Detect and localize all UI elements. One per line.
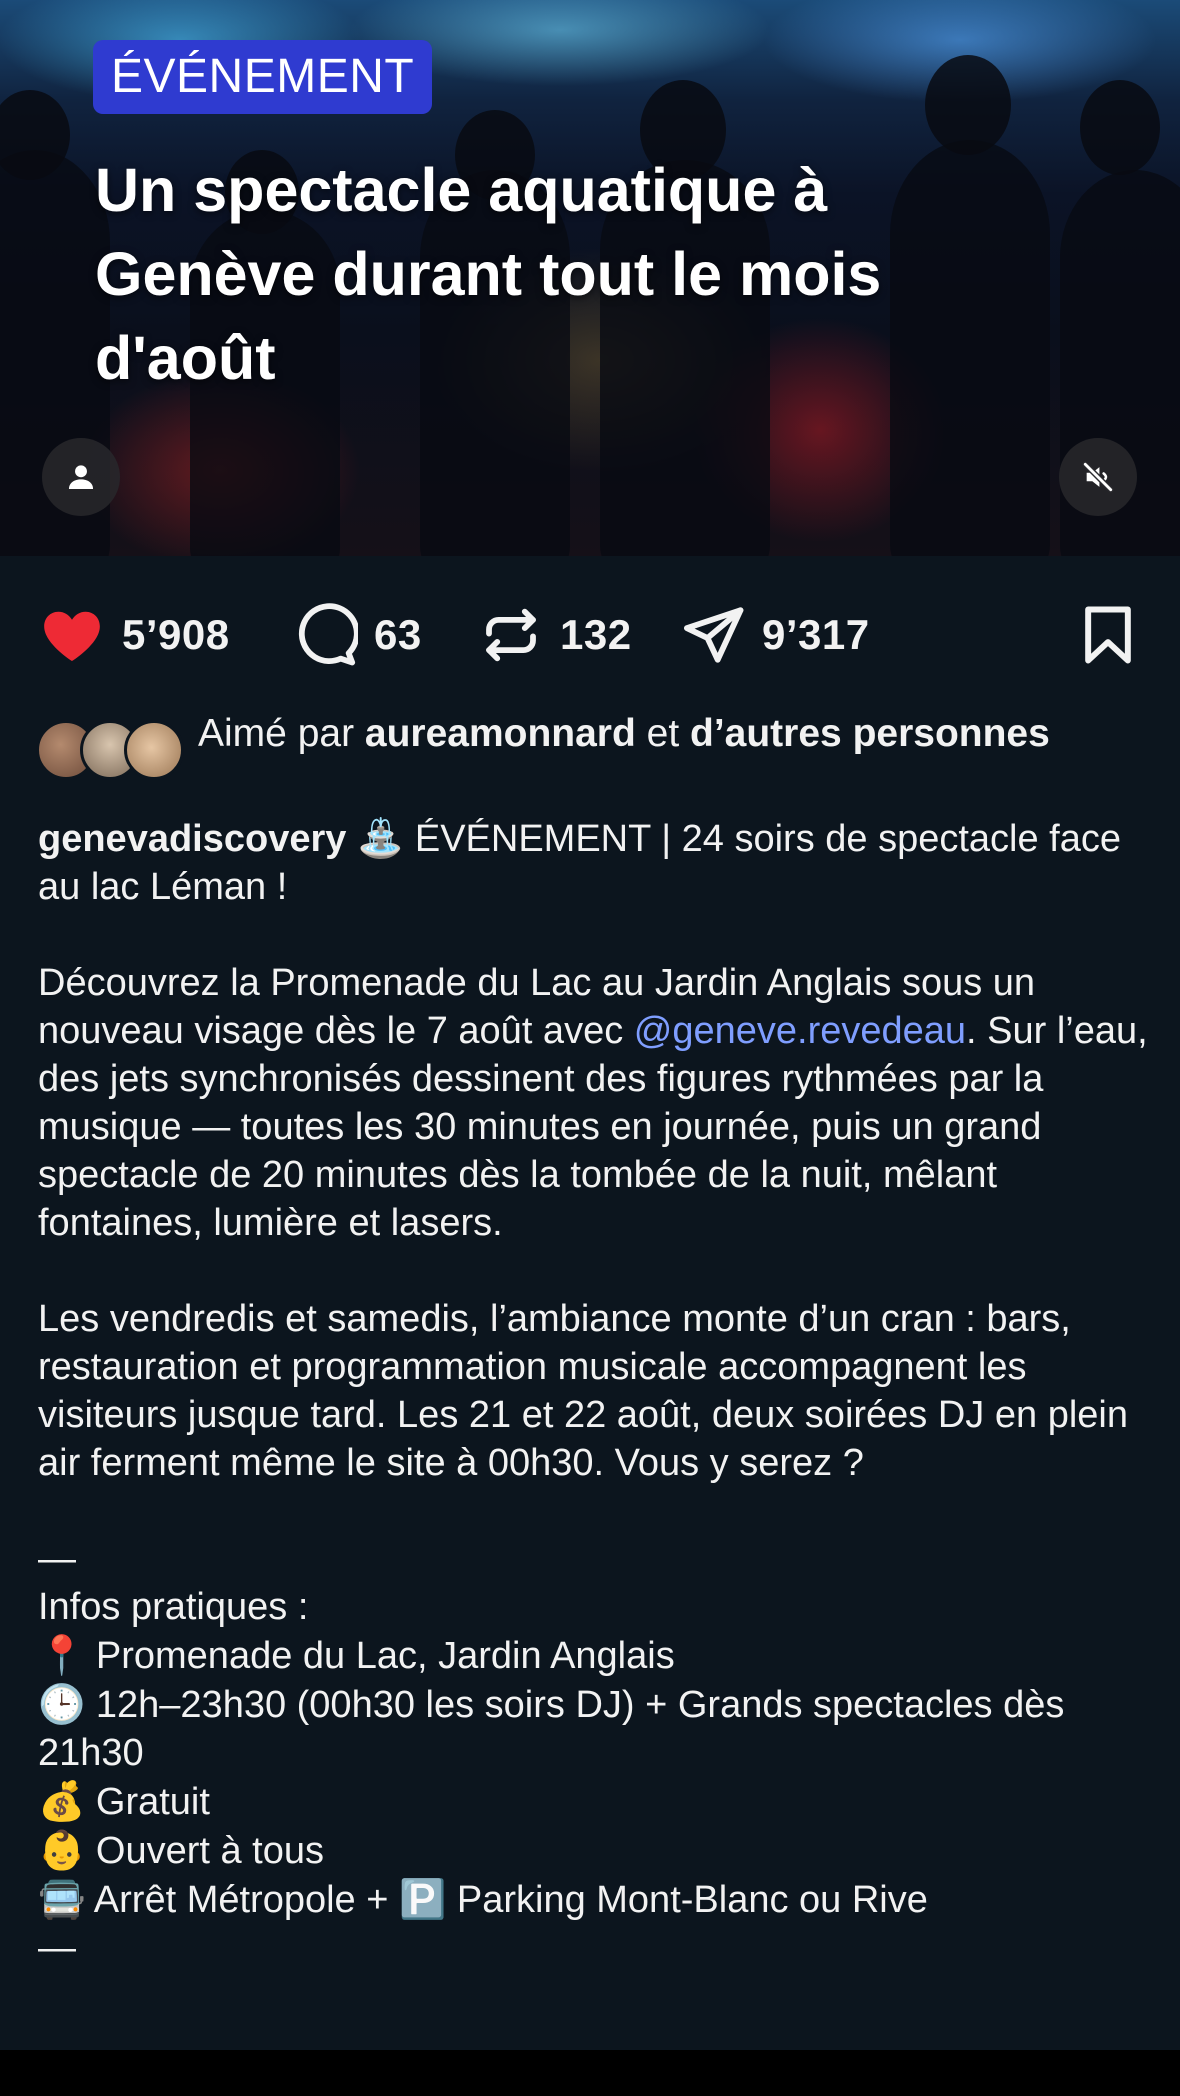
- caption-divider: —: [38, 1927, 76, 1969]
- info-location: Promenade du Lac, Jardin Anglais: [85, 1635, 675, 1677]
- caption-paragraph-2: Les vendredis et samedis, l’ambiance mon…: [38, 1298, 1139, 1484]
- money-bag-emoji: 💰: [38, 1779, 86, 1823]
- repost-count: 132: [560, 611, 632, 658]
- save-button[interactable]: [1074, 600, 1142, 670]
- bottom-strip: [0, 2050, 1180, 2096]
- comment-button[interactable]: 63: [292, 600, 422, 670]
- liked-by-text: Aimé par aureamonnard et d’autres person…: [198, 710, 1098, 758]
- info-transport-a: Arrêt Métropole +: [85, 1879, 399, 1921]
- info-time: 12h–23h30 (00h30 les soirs DJ) + Grands …: [38, 1684, 1075, 1774]
- like-count: 5’908: [122, 611, 230, 658]
- caption-divider: —: [38, 1538, 76, 1580]
- pin-emoji: 📍: [38, 1633, 86, 1677]
- profile-button[interactable]: [42, 438, 120, 516]
- liked-by-avatars: [36, 720, 186, 782]
- liked-by-user[interactable]: aureamonnard: [365, 712, 636, 755]
- liked-by-row[interactable]: Aimé par aureamonnard et d’autres person…: [36, 710, 1136, 810]
- paper-plane-icon: [683, 607, 744, 663]
- info-transport-b: Parking Mont-Blanc ou Rive: [446, 1879, 928, 1921]
- event-badge: ÉVÉNEMENT: [93, 40, 433, 114]
- caption-username[interactable]: genevadiscovery: [38, 818, 346, 860]
- infos-title: Infos pratiques :: [38, 1586, 309, 1628]
- fountain-emoji: ⛲: [356, 816, 405, 860]
- parking-emoji: 🅿️: [398, 1877, 447, 1921]
- comment-bubble-icon: [298, 603, 358, 666]
- liked-by-others[interactable]: d’autres personnes: [690, 712, 1050, 755]
- info-price: Gratuit: [85, 1781, 210, 1823]
- person-icon: [68, 465, 94, 490]
- info-audience: Ouvert à tous: [85, 1830, 324, 1872]
- mention-link[interactable]: @geneve.revedeau: [634, 1010, 966, 1052]
- liked-by-middle: et: [635, 712, 691, 755]
- speaker-muted-icon: [1082, 461, 1114, 493]
- repost-button[interactable]: 132: [478, 600, 632, 670]
- action-bar: 5’908 63 132 9’317: [0, 556, 1180, 706]
- bus-emoji: 🚍: [38, 1877, 86, 1921]
- liked-by-prefix: Aimé par: [198, 712, 365, 755]
- comment-count: 63: [374, 611, 422, 658]
- post-caption: genevadiscovery ⛲ ÉVÉNEMENT | 24 soirs d…: [38, 814, 1148, 1972]
- avatar: [124, 720, 184, 780]
- heart-icon: [44, 611, 100, 662]
- hero-title: Un spectacle aquatique à Genève durant t…: [95, 156, 882, 392]
- mute-toggle-button[interactable]: [1059, 438, 1137, 516]
- share-count: 9’317: [762, 611, 870, 658]
- post-content: 5’908 63 132 9’317 Aimé par aureamonnard…: [0, 556, 1180, 2050]
- share-button[interactable]: 9’317: [680, 600, 870, 670]
- crowd-silhouette: [1080, 80, 1160, 175]
- baby-emoji: 👶: [38, 1828, 86, 1872]
- bookmark-icon: [1085, 606, 1131, 664]
- post-media-hero[interactable]: ÉVÉNEMENT Un spectacle aquatique à Genèv…: [0, 0, 1180, 556]
- repost-arrows-icon: [486, 608, 536, 662]
- like-button[interactable]: 5’908: [38, 600, 230, 670]
- crowd-silhouette: [925, 55, 1011, 155]
- clock-emoji: 🕒: [38, 1682, 86, 1726]
